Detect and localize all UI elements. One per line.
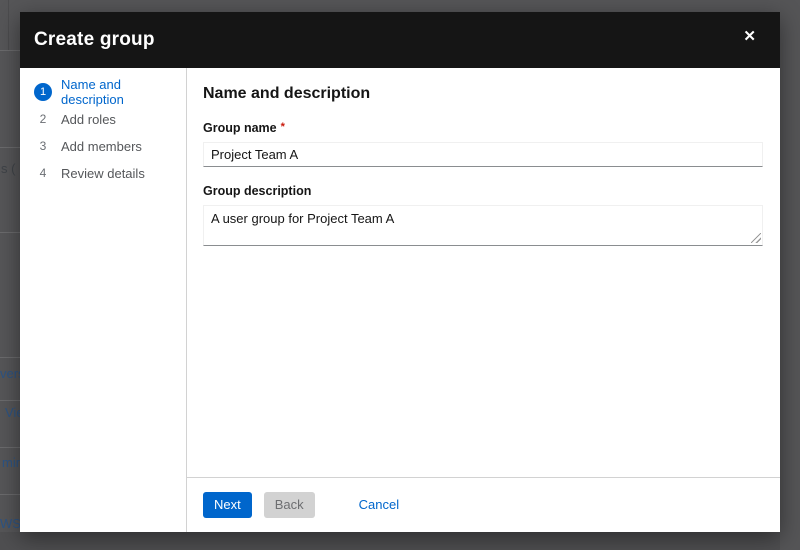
close-icon: ✕ xyxy=(743,27,756,45)
wizard-step-name-and-description[interactable]: 1 Name and description xyxy=(34,77,186,107)
step-number: 2 xyxy=(39,112,47,126)
step-label: Name and description xyxy=(61,77,124,107)
backdrop-row-line xyxy=(0,232,20,233)
backdrop-row-line xyxy=(0,447,20,448)
modal-title: Create group xyxy=(34,29,155,50)
step-label: Add roles xyxy=(61,111,116,127)
next-button[interactable]: Next xyxy=(203,491,252,519)
backdrop-text-fragment: s ( xyxy=(1,161,16,176)
step-heading: Name and description xyxy=(203,85,371,102)
create-group-modal: Create group ✕ 1 Name and description 2 … xyxy=(20,12,780,532)
wizard-step-add-members[interactable]: 3 Add members xyxy=(34,137,186,155)
resize-grip-icon[interactable] xyxy=(751,233,761,243)
wizard-footer: Next Back Cancel xyxy=(187,477,780,532)
step-label: Review details xyxy=(61,165,145,181)
modal-header: Create group ✕ xyxy=(20,12,780,68)
group-description-wrap: A user group for Project Team A xyxy=(203,205,763,246)
backdrop-divider xyxy=(8,0,9,50)
wizard-step-review-details[interactable]: 4 Review details xyxy=(34,164,186,182)
backdrop-right xyxy=(780,0,800,550)
group-name-input[interactable] xyxy=(203,142,763,167)
step-number-badge: 1 xyxy=(34,83,52,101)
group-name-label: Group name * xyxy=(203,121,285,135)
back-button[interactable]: Back xyxy=(263,491,315,519)
backdrop-row-line xyxy=(0,400,20,401)
backdrop-row-line xyxy=(0,357,20,358)
required-asterisk: * xyxy=(280,121,285,133)
close-button[interactable]: ✕ xyxy=(739,25,760,48)
wizard-content-column: Name and description Group name * Group … xyxy=(187,68,780,532)
cancel-button[interactable]: Cancel xyxy=(357,492,401,519)
step-number: 3 xyxy=(39,139,47,153)
wizard-step-content: Name and description Group name * Group … xyxy=(187,68,780,477)
backdrop-bottom xyxy=(0,532,800,550)
backdrop-row-line xyxy=(0,50,20,51)
group-description-label: Group description xyxy=(203,184,312,198)
wizard-nav: 1 Name and description 2 Add roles 3 Add… xyxy=(20,68,187,532)
wizard-step-add-roles[interactable]: 2 Add roles xyxy=(34,110,186,128)
step-label: Add members xyxy=(61,138,142,154)
backdrop-row-line xyxy=(0,147,20,148)
group-description-textarea[interactable]: A user group for Project Team A xyxy=(203,205,763,246)
step-number: 4 xyxy=(39,166,47,180)
backdrop-row-line xyxy=(0,494,20,495)
modal-body: 1 Name and description 2 Add roles 3 Add… xyxy=(20,68,780,532)
